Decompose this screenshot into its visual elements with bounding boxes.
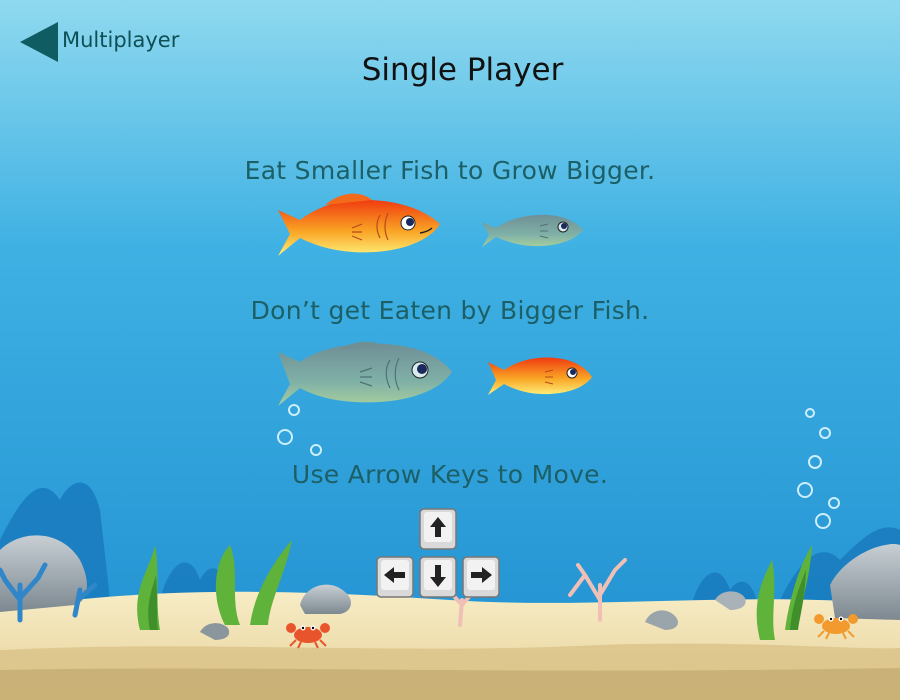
instruction-eat: Eat Smaller Fish to Grow Bigger. [244, 156, 656, 185]
screen-title: Single Player [361, 52, 564, 88]
arrow-keys-cluster [376, 508, 516, 608]
arrow-left-key-icon [376, 556, 414, 598]
back-button-label: Multiplayer [62, 28, 180, 52]
instruction-avoid: Don’t get Eaten by Bigger Fish. [250, 296, 650, 325]
arrow-down-key-icon [419, 556, 457, 598]
arrow-right-key-icon [462, 556, 500, 598]
arrow-up-key-icon [419, 508, 457, 550]
instruction-controls: Use Arrow Keys to Move. [291, 460, 609, 489]
